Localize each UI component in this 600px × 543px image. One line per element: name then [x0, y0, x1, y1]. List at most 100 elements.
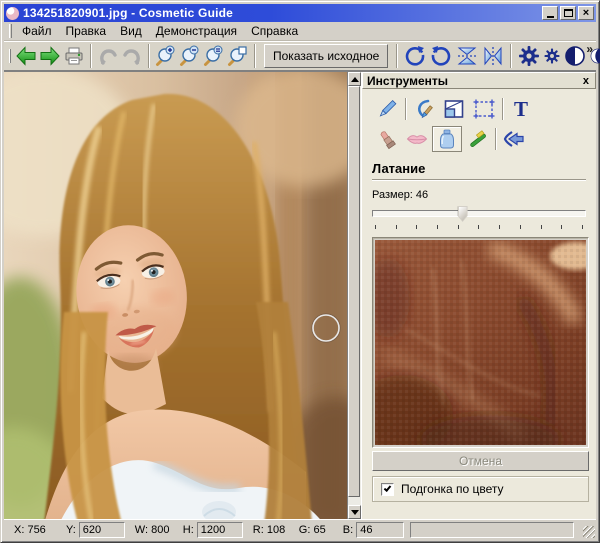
size-slider[interactable]	[372, 205, 586, 223]
pen-tool-button[interactable]	[372, 96, 402, 122]
nav-forward-button[interactable]	[38, 43, 62, 69]
flip-horizontal-icon	[481, 44, 505, 68]
palette-separator	[502, 98, 503, 120]
resize-grip[interactable]	[583, 526, 595, 538]
redo-icon	[121, 45, 143, 67]
text-icon: T	[509, 97, 533, 121]
rotate-ccw-button[interactable]	[428, 43, 454, 69]
minimize-icon	[547, 16, 554, 18]
image-canvas[interactable]	[4, 72, 347, 519]
show-original-button[interactable]: Показать исходное	[264, 44, 388, 68]
menu-demo[interactable]: Демонстрация	[149, 22, 244, 40]
color-fit-label: Подгонка по цвету	[401, 482, 504, 496]
menu-file[interactable]: Файл	[15, 22, 59, 40]
section-title: Латание	[372, 161, 586, 176]
settings-gear-large-button[interactable]	[516, 43, 542, 69]
nav-back-button[interactable]	[14, 43, 38, 69]
toothbrush-icon	[465, 127, 489, 151]
scroll-down-button[interactable]	[348, 505, 361, 519]
toolbar-separator	[90, 44, 92, 68]
tools-panel-title: Инструменты	[367, 74, 581, 88]
scroll-thumb[interactable]	[348, 86, 360, 497]
lipstick-icon	[375, 127, 399, 151]
flip-vertical-button[interactable]	[454, 43, 480, 69]
color-fit-checkbox[interactable]	[381, 483, 394, 496]
color-fit-group: Подгонка по цвету	[372, 476, 589, 502]
patch-texture-preview	[372, 237, 589, 448]
toolbar-overflow-chevron[interactable]: »	[586, 42, 593, 56]
status-r: R: 108	[253, 524, 295, 536]
rotate-cw-button[interactable]	[402, 43, 428, 69]
gear-small-icon	[543, 47, 561, 65]
section-rule	[372, 179, 586, 181]
menu-help[interactable]: Справка	[244, 22, 305, 40]
app-window: 134251820901.jpg - Cosmetic Guide × Файл…	[0, 0, 600, 543]
menubar-grip[interactable]	[9, 24, 12, 38]
lips-tool-button[interactable]	[402, 126, 432, 152]
window-title: 134251820901.jpg - Cosmetic Guide	[23, 6, 538, 20]
toolbar-separator	[396, 44, 398, 68]
canvas-vertical-scrollbar[interactable]	[347, 72, 361, 519]
menu-edit[interactable]: Правка	[59, 22, 114, 40]
lipstick-tool-button[interactable]	[372, 126, 402, 152]
status-w: W: 800	[135, 524, 179, 536]
print-icon	[63, 45, 85, 67]
grid-tool-button[interactable]	[469, 96, 499, 122]
pen-icon	[375, 97, 399, 121]
maximize-button[interactable]	[560, 6, 576, 20]
zoom-in-button[interactable]	[154, 43, 178, 69]
zoom-actual-button[interactable]	[226, 43, 250, 69]
zoom-out-icon	[179, 45, 201, 67]
nav-forward-icon	[39, 45, 61, 67]
close-icon: ×	[583, 8, 589, 18]
toolbar-separator	[254, 44, 256, 68]
patch-tool-button[interactable]	[432, 126, 462, 152]
app-icon	[6, 7, 19, 20]
back-arrow-icon	[502, 127, 526, 151]
slider-thumb[interactable]	[458, 206, 468, 222]
undo-button[interactable]	[96, 43, 120, 69]
slider-ticks	[375, 225, 583, 229]
zoom-fit-button[interactable]	[202, 43, 226, 69]
status-h-value: 1200	[197, 522, 243, 538]
print-button[interactable]	[62, 43, 86, 69]
toolbar-separator	[510, 44, 512, 68]
lips-icon	[405, 127, 429, 151]
toolbar-separator	[148, 44, 150, 68]
main-content: Инструменты x	[4, 71, 596, 519]
cancel-button[interactable]: Отмена	[372, 451, 589, 471]
slider-track[interactable]	[372, 210, 586, 217]
contrast-large-button[interactable]	[562, 43, 588, 69]
zoom-out-button[interactable]	[178, 43, 202, 69]
brush-icon	[412, 97, 436, 121]
status-progress-panel	[410, 522, 574, 538]
status-y-label: Y:	[66, 524, 76, 536]
toothbrush-tool-button[interactable]	[462, 126, 492, 152]
redo-button[interactable]	[120, 43, 144, 69]
patch-icon	[435, 127, 459, 151]
tools-panel-body: T	[362, 89, 596, 519]
status-x: X: 756	[14, 524, 62, 536]
flip-horizontal-button[interactable]	[480, 43, 506, 69]
text-tool-button[interactable]: T	[506, 96, 536, 122]
zoom-fit-icon	[203, 45, 225, 67]
tool-palette-row-1: T	[372, 95, 586, 123]
size-label: Размер: 46	[372, 189, 586, 201]
settings-gear-small-button[interactable]	[542, 43, 562, 69]
menu-view[interactable]: Вид	[113, 22, 149, 40]
brush-tool-button[interactable]	[409, 96, 439, 122]
tools-panel-header: Инструменты x	[362, 72, 596, 89]
back-arrow-tool-button[interactable]	[499, 126, 529, 152]
tool-palette-row-2	[372, 125, 586, 153]
panel-close-button[interactable]: x	[581, 75, 591, 87]
scroll-up-button[interactable]	[348, 72, 361, 86]
undo-icon	[97, 45, 119, 67]
toolbar-grip[interactable]	[9, 49, 11, 63]
crop-tool-button[interactable]	[439, 96, 469, 122]
minimize-button[interactable]	[542, 6, 558, 20]
zoom-actual-icon	[227, 45, 249, 67]
zoom-in-icon	[155, 45, 177, 67]
tools-panel: Инструменты x	[361, 72, 596, 519]
close-button[interactable]: ×	[578, 6, 594, 20]
gear-large-icon	[517, 44, 541, 68]
